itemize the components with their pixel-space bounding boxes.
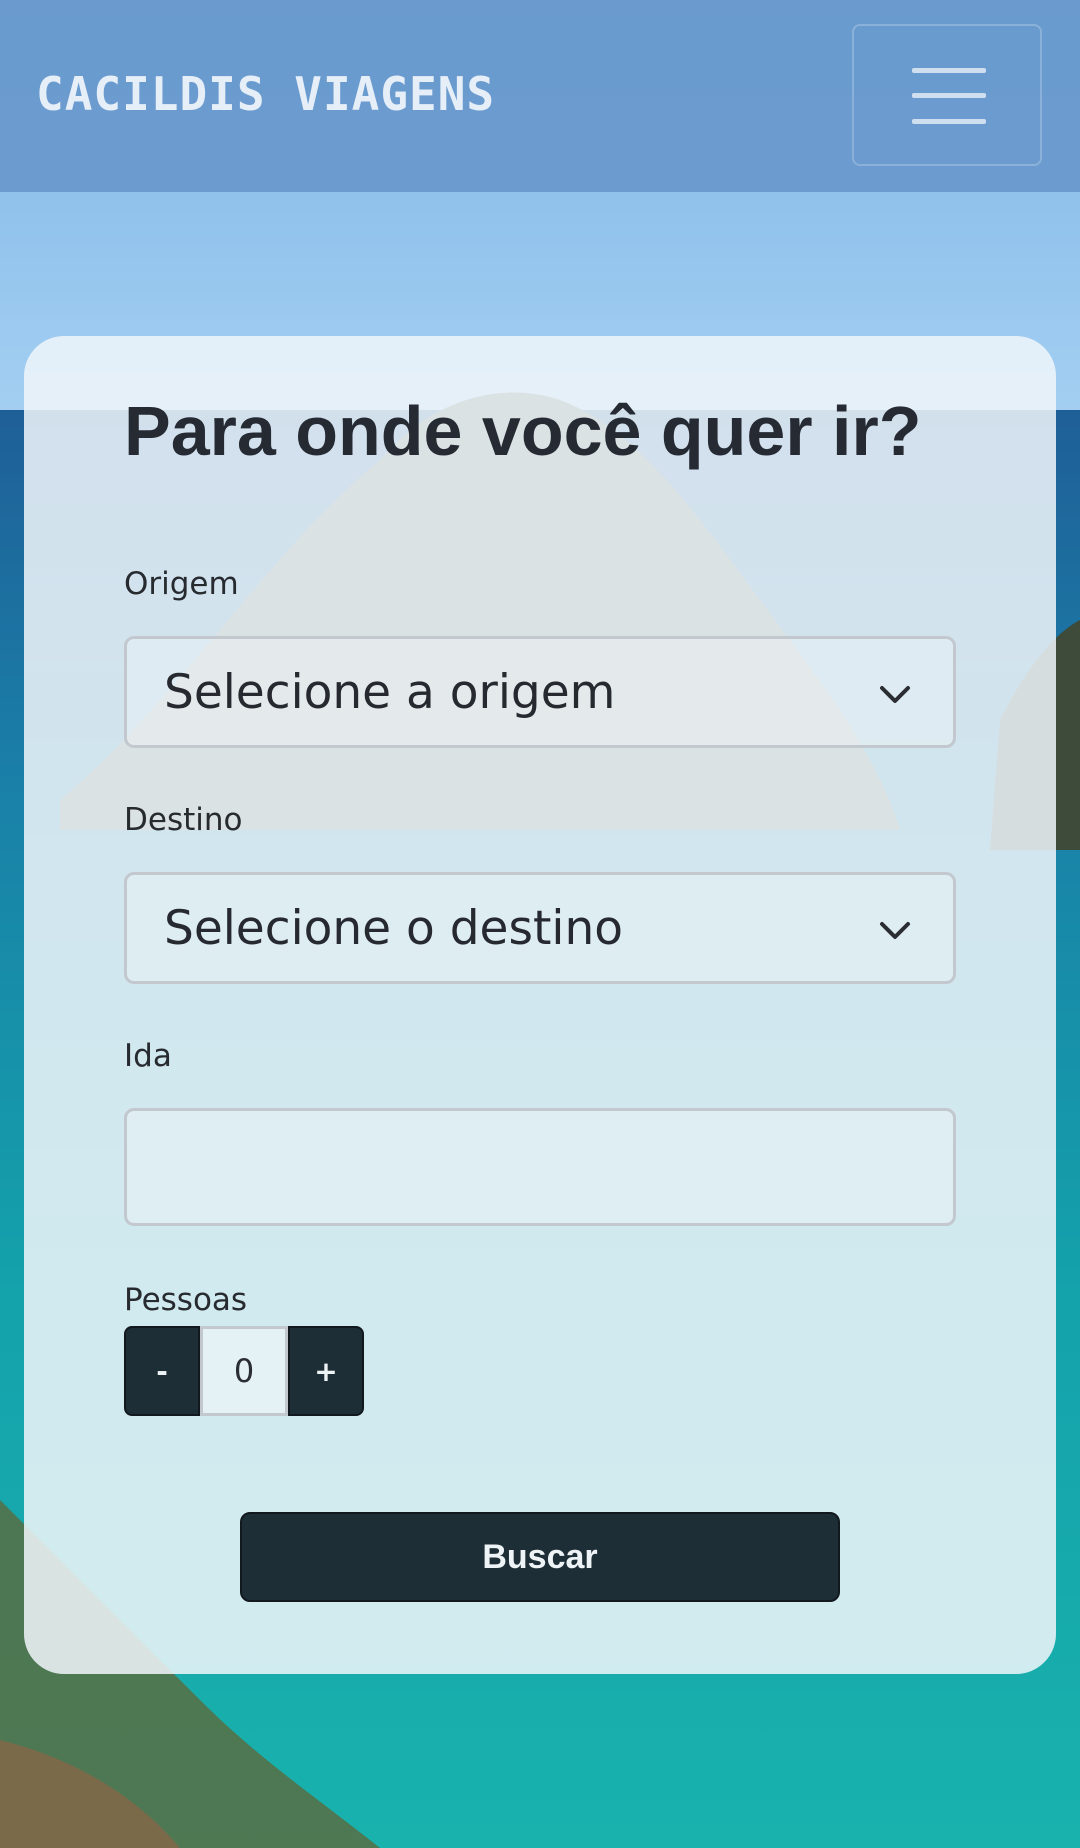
increment-people-button[interactable]: + [288,1326,364,1416]
page-title: Para onde você quer ir? [124,392,922,470]
hamburger-menu-icon [912,68,986,124]
chevron-down-icon [880,922,910,939]
origin-select-value: Selecione a origem [164,665,616,720]
people-label: Pessoas [124,1282,248,1318]
menu-toggle-button[interactable] [852,24,1042,166]
origin-label: Origem [124,566,239,602]
menu-bar [912,68,986,73]
departure-date-input[interactable] [124,1108,956,1226]
navbar: CACILDIS VIAGENS [0,0,1080,192]
menu-bar [912,93,986,98]
decrement-people-button[interactable]: - [124,1326,200,1416]
destination-select-value: Selecione o destino [164,901,623,956]
brand-logo[interactable]: CACILDIS VIAGENS [36,64,495,124]
people-count[interactable]: 0 [200,1326,288,1416]
departure-label: Ida [124,1038,172,1074]
search-card: Para onde você quer ir? Origem Selecione… [24,336,1056,1674]
destination-label: Destino [124,802,243,838]
origin-select[interactable]: Selecione a origem [124,636,956,748]
people-stepper: - 0 + [124,1326,364,1416]
menu-bar [912,119,986,124]
destination-select[interactable]: Selecione o destino [124,872,956,984]
search-button[interactable]: Buscar [240,1512,840,1602]
chevron-down-icon [880,686,910,703]
